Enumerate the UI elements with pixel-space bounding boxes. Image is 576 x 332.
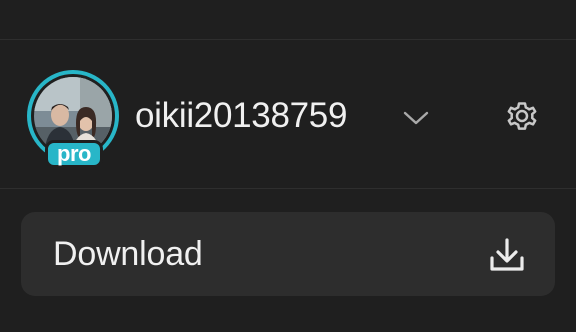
pro-badge: pro	[45, 140, 103, 168]
gear-glyph	[507, 102, 537, 130]
chevron-down-icon[interactable]	[402, 108, 430, 128]
download-label: Download	[53, 235, 203, 273]
gear-icon[interactable]	[502, 96, 542, 136]
download-glyph	[490, 238, 524, 271]
avatar[interactable]: pro	[27, 70, 119, 168]
top-bar	[0, 0, 576, 39]
divider	[0, 188, 576, 189]
username[interactable]: oikii20138759	[135, 94, 347, 138]
profile-row: pro oikii20138759	[0, 40, 576, 188]
account-panel: pro oikii20138759 Download	[0, 0, 576, 332]
chevron-down-glyph	[403, 111, 429, 125]
download-icon	[487, 236, 527, 274]
download-button[interactable]: Download	[21, 212, 555, 296]
